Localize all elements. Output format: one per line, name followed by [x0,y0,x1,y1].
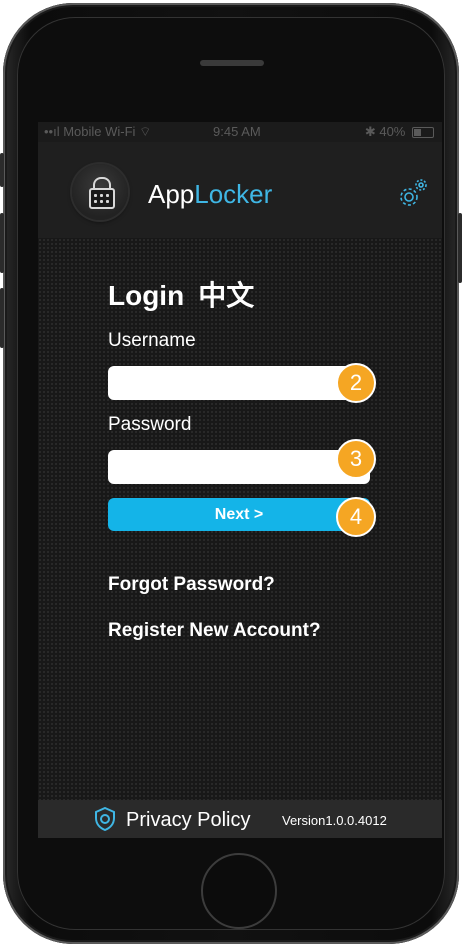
speaker-grille [200,60,264,66]
footer-bar: Privacy Policy Version1.0.0.4012 [38,800,442,838]
app-title-prefix: App [148,179,195,209]
password-input[interactable] [108,450,370,484]
app-title: AppLocker [148,179,272,210]
mute-switch [0,153,4,187]
lock-dot [106,200,109,203]
lock-dot [100,200,103,203]
username-label: Username [108,330,196,351]
gear-icon[interactable] [398,178,428,208]
lock-dot [94,200,97,203]
lock-dot [94,194,97,197]
forgot-password-link[interactable]: Forgot Password? [108,574,275,596]
lock-dot [100,194,103,197]
power-button [458,213,462,283]
login-title: Login [108,280,185,311]
app-screen: ••ıl Mobile Wi-Fi ⌔ 9:45 AM ✱ 40% AppLoc… [38,122,442,838]
volume-up-button [0,213,4,273]
app-logo [72,164,128,220]
username-input[interactable] [108,366,370,400]
wifi-icon: ⌔ [139,124,152,139]
callout-badge-4: 4 [336,497,376,537]
status-battery: ✱ 40% [365,124,434,140]
password-label: Password [108,414,192,435]
app-title-accent: Locker [194,179,273,209]
signal-icon: ••ıl [44,124,64,139]
volume-down-button [0,288,4,348]
register-account-link[interactable]: Register New Account? [108,620,321,642]
next-button[interactable]: Next > [108,498,370,531]
status-carrier: ••ıl Mobile Wi-Fi ⌔ [44,124,152,139]
callout-badge-2: 2 [336,363,376,403]
privacy-policy-link[interactable]: Privacy Policy [126,809,250,832]
lock-body [89,188,115,209]
home-button[interactable] [201,853,277,929]
version-label: Version1.0.0.4012 [282,813,387,828]
status-time: 9:45 AM [213,124,261,139]
shield-icon [95,807,115,831]
page-title: Login 中文 [108,274,254,314]
app-header: AppLocker [38,142,442,238]
language-toggle-link[interactable]: 中文 [198,280,254,311]
login-panel: Login 中文 Username 2 Password 3 Next > 4 F… [38,238,442,800]
lock-dot [106,194,109,197]
bluetooth-icon: ✱ [364,124,380,139]
battery-icon [412,127,434,139]
callout-badge-3: 3 [336,439,376,479]
status-bar: ••ıl Mobile Wi-Fi ⌔ 9:45 AM ✱ 40% [38,122,442,142]
